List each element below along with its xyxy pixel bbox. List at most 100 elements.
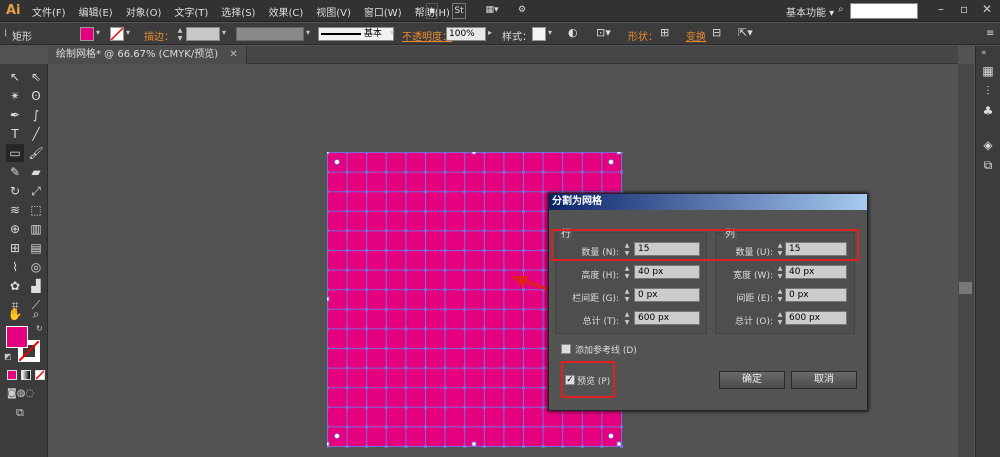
menu-effect[interactable]: 效果(C) (268, 4, 303, 19)
layers-panel-icon[interactable]: ◈ (979, 136, 997, 154)
collapse-panel-icon[interactable]: « (981, 48, 987, 58)
zoom-tool-icon[interactable]: ⌕ (27, 305, 45, 323)
selection-handle[interactable] (616, 152, 622, 155)
brushes-panel-icon[interactable]: ⫶ (979, 82, 997, 100)
variable-width-dropdown-icon[interactable]: ▾ (306, 28, 310, 37)
scale-tool-icon[interactable]: ⤢ (27, 182, 45, 200)
color-mode-icon[interactable] (7, 370, 17, 380)
pen-tool-icon[interactable]: ✒ (6, 106, 24, 124)
free-transform-tool-icon[interactable]: ⬚ (27, 201, 45, 219)
maximize-icon[interactable]: ▫ (960, 2, 968, 16)
cancel-button[interactable]: 取消 (791, 371, 857, 389)
shape-builder-tool-icon[interactable]: ⊕ (6, 220, 24, 238)
cols-width-input[interactable]: 40 px (785, 265, 847, 279)
rows-total-spinner[interactable]: ▲ ▼ (622, 311, 632, 327)
warp-tool-icon[interactable]: ≋ (6, 201, 24, 219)
hand-tool-icon[interactable]: ✋ (6, 305, 24, 323)
none-mode-icon[interactable] (35, 370, 45, 380)
stroke-swatch[interactable] (110, 27, 124, 41)
corner-widget[interactable] (608, 433, 614, 439)
opacity-field[interactable]: 100% (446, 27, 486, 41)
variable-width-field[interactable] (236, 27, 304, 41)
symbols-panel-icon[interactable]: ♣ (979, 102, 997, 120)
swap-colors-icon[interactable]: ↻ (36, 324, 43, 333)
menu-window[interactable]: 窗口(W) (364, 4, 402, 19)
shape-label[interactable]: 形状： (628, 28, 658, 43)
opacity-dropdown-icon[interactable]: ▸ (488, 28, 492, 37)
transform-label[interactable]: 变换 (686, 28, 706, 43)
selection-handle[interactable] (327, 441, 330, 447)
brush-dropdown-icon[interactable]: ▾ (390, 28, 394, 37)
rows-height-spinner[interactable]: ▲ ▼ (622, 265, 632, 281)
shape-properties-icon[interactable]: ⊞ (660, 26, 669, 39)
corner-widget[interactable] (608, 159, 614, 165)
opacity-label[interactable]: 不透明度： (402, 28, 452, 43)
artboards-panel-icon[interactable]: ⧉ (979, 156, 997, 174)
stroke-label[interactable]: 描边： (144, 28, 174, 43)
rectangle-tool-icon[interactable]: ▭ (6, 144, 24, 162)
menu-view[interactable]: 视图(V) (316, 4, 351, 19)
symbol-sprayer-tool-icon[interactable]: ✿ (6, 277, 24, 295)
mesh-tool-icon[interactable]: ⊞ (6, 239, 24, 257)
add-guides-checkbox[interactable] (561, 344, 571, 354)
selection-handle[interactable] (471, 441, 477, 447)
selection-handle[interactable] (327, 296, 330, 302)
gradient-mode-icon[interactable] (21, 370, 31, 380)
fill-swatch[interactable] (80, 27, 94, 41)
default-colors-icon[interactable]: ◩ (4, 352, 12, 361)
vertical-scrollbar[interactable] (958, 64, 974, 457)
cols-width-spinner[interactable]: ▲ ▼ (775, 265, 785, 281)
menu-object[interactable]: 对象(O) (126, 4, 162, 19)
stock-icon[interactable]: St (452, 3, 466, 19)
align-icon[interactable]: ⊡▾ (596, 26, 611, 39)
selection-tool-icon[interactable]: ↖ (6, 68, 24, 86)
transform-align-icon[interactable]: ⊟ (712, 26, 721, 39)
cols-gutter-input[interactable]: 0 px (785, 288, 847, 302)
cols-total-input[interactable]: 600 px (785, 311, 847, 325)
document-tab[interactable]: 绘制网格* @ 66.67% (CMYK/预览) ✕ (48, 46, 247, 64)
style-swatch[interactable] (532, 27, 546, 41)
fill-dropdown-icon[interactable]: ▾ (96, 28, 100, 37)
rotate-tool-icon[interactable]: ↻ (6, 182, 24, 200)
fill-color-swatch[interactable] (6, 326, 28, 348)
panel-menu-icon[interactable]: ≡ (986, 28, 994, 39)
menu-edit[interactable]: 编辑(E) (79, 4, 113, 19)
minimize-icon[interactable]: – (938, 2, 944, 16)
isolate-icon[interactable]: ⇱▾ (738, 26, 753, 39)
style-dropdown-icon[interactable]: ▾ (548, 28, 552, 37)
rows-height-input[interactable]: 40 px (634, 265, 700, 279)
menu-select[interactable]: 选择(S) (221, 4, 255, 19)
stroke-dropdown-icon[interactable]: ▾ (126, 28, 130, 37)
screen-mode-icon[interactable]: ⧉ (16, 406, 24, 420)
graph-tool-icon[interactable]: ▟ (27, 277, 45, 295)
magic-wand-tool-icon[interactable]: ✴ (6, 87, 24, 105)
eraser-tool-icon[interactable]: ▰ (27, 163, 45, 181)
cols-gutter-spinner[interactable]: ▲ ▼ (775, 288, 785, 304)
lasso-tool-icon[interactable]: ʘ (27, 87, 45, 105)
selection-handle[interactable] (327, 152, 330, 155)
draw-mode-icon[interactable]: ◙◍◌ (7, 388, 34, 399)
stroke-weight-field[interactable] (186, 27, 220, 41)
preview-checkbox[interactable]: ✓ (565, 375, 575, 385)
perspective-grid-tool-icon[interactable]: ▥ (27, 220, 45, 238)
eyedropper-tool-icon[interactable]: ⌇ (6, 258, 24, 276)
stroke-weight-dropdown-icon[interactable]: ▾ (222, 28, 226, 37)
curvature-tool-icon[interactable]: ∫ (27, 106, 45, 124)
line-tool-icon[interactable]: ╱ (27, 125, 45, 143)
blend-tool-icon[interactable]: ◎ (27, 258, 45, 276)
corner-widget[interactable] (334, 433, 340, 439)
recolor-icon[interactable]: ◐ (568, 26, 578, 39)
bridge-icon[interactable]: ▪ (426, 3, 438, 19)
pencil-tool-icon[interactable]: ✎ (6, 163, 24, 181)
gpu-icon[interactable]: ⚙ (514, 3, 530, 19)
stroke-weight-spinner[interactable]: ▲ ▼ (175, 27, 185, 42)
gradient-tool-icon[interactable]: ▤ (27, 239, 45, 257)
workspace-switcher[interactable]: 基本功能 ▾ (786, 4, 834, 19)
brush-field[interactable]: 基本 (318, 27, 394, 41)
paintbrush-tool-icon[interactable]: 🖌 (27, 144, 45, 162)
color-panel-icon[interactable]: ▦ (979, 62, 997, 80)
selection-handle[interactable] (471, 152, 477, 155)
ok-button[interactable]: 确定 (719, 371, 785, 389)
arrange-documents-icon[interactable]: ▦▾ (482, 3, 502, 19)
cols-total-spinner[interactable]: ▲ ▼ (775, 311, 785, 327)
